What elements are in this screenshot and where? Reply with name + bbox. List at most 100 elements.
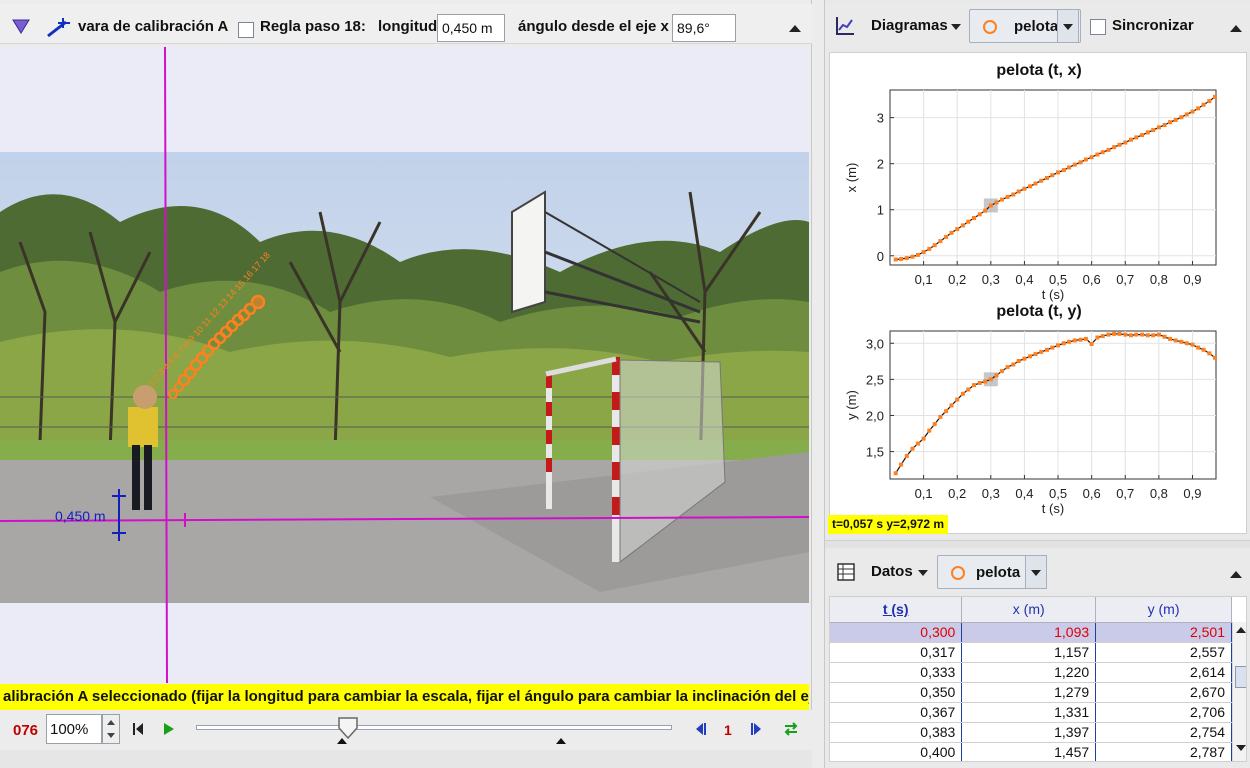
data-point bbox=[938, 414, 943, 419]
table-cell[interactable]: 2,557 bbox=[1095, 642, 1232, 663]
zoom-field[interactable]: 100% bbox=[46, 714, 102, 744]
plot-track-dropdown[interactable] bbox=[1057, 9, 1079, 43]
table-cell[interactable]: 1,093 bbox=[961, 622, 1097, 643]
column-header-y[interactable]: y (m) bbox=[1095, 597, 1232, 623]
data-point bbox=[972, 216, 976, 220]
table-cell[interactable]: 2,787 bbox=[1095, 742, 1232, 761]
spinner-arrows-icon[interactable] bbox=[103, 715, 119, 743]
calibration-stick-icon[interactable] bbox=[44, 14, 74, 40]
collapse-up-icon[interactable] bbox=[788, 24, 802, 34]
angle-field[interactable]: 89,6° bbox=[672, 14, 736, 42]
step-size[interactable]: 1 bbox=[724, 722, 732, 738]
table-scrollbar[interactable] bbox=[1232, 622, 1247, 761]
x-tick-label: 0,1 bbox=[915, 272, 933, 287]
table-cell[interactable]: 1,220 bbox=[961, 662, 1097, 683]
calibration-tool-name[interactable]: vara de calibración A bbox=[78, 18, 228, 35]
plot-track-name: pelota bbox=[1014, 18, 1059, 35]
calibration-stick[interactable] bbox=[112, 489, 126, 541]
sync-label[interactable]: Sincronizar bbox=[1112, 17, 1194, 34]
table-cell[interactable]: 1,397 bbox=[961, 722, 1097, 743]
table-row[interactable]: 0,350 1,279 2,670 bbox=[830, 682, 1232, 703]
data-point bbox=[1145, 333, 1150, 338]
video-viewport[interactable]: 1 2 3 4 5 6 7 8 9 10 11 12 13 14 15 16 1… bbox=[0, 47, 809, 683]
pane-splitter[interactable] bbox=[825, 540, 1250, 548]
table-cell[interactable]: 2,754 bbox=[1095, 722, 1232, 743]
end-marker-icon[interactable] bbox=[556, 738, 566, 744]
table-track-selector[interactable]: pelota bbox=[937, 555, 1029, 589]
collapse-up-icon[interactable] bbox=[1229, 570, 1243, 580]
table-cell[interactable]: 0,367 bbox=[830, 702, 963, 723]
data-point bbox=[1056, 170, 1060, 175]
table-cell[interactable]: 0,350 bbox=[830, 682, 963, 703]
frame-number[interactable]: 076 bbox=[13, 722, 38, 739]
chevron-down-icon[interactable] bbox=[1062, 23, 1074, 31]
x-tick-label: 0,3 bbox=[982, 272, 1000, 287]
data-point bbox=[932, 243, 937, 248]
scroll-up-icon[interactable] bbox=[1235, 626, 1247, 634]
column-header-x[interactable]: x (m) bbox=[961, 597, 1097, 623]
data-point bbox=[944, 234, 949, 239]
data-point bbox=[1207, 351, 1212, 356]
table-row[interactable]: 0,400 1,457 2,787 bbox=[830, 742, 1232, 761]
data-point bbox=[1134, 135, 1139, 140]
plot-view-icon[interactable] bbox=[835, 16, 855, 36]
zoom-spinner[interactable] bbox=[102, 714, 120, 744]
data-point bbox=[1072, 162, 1077, 167]
x-axis-label: t (s) bbox=[1042, 501, 1064, 516]
step-forward-icon[interactable] bbox=[749, 722, 763, 736]
table-track-dropdown[interactable] bbox=[1025, 555, 1047, 589]
window-bottom-edge bbox=[0, 750, 812, 768]
plots-view-label[interactable]: Diagramas bbox=[871, 17, 948, 34]
data-point bbox=[949, 230, 954, 235]
scroll-thumb[interactable] bbox=[1235, 666, 1246, 688]
track-menu-icon[interactable] bbox=[12, 18, 30, 34]
table-cell[interactable]: 2,501 bbox=[1095, 622, 1232, 643]
column-header-t[interactable]: t (s) bbox=[830, 597, 963, 623]
table-cell[interactable]: 0,383 bbox=[830, 722, 963, 743]
table-cell[interactable]: 0,317 bbox=[830, 642, 963, 663]
analysis-pane: Diagramas pelota Sincronizar pelota (t, … bbox=[824, 0, 1250, 768]
skip-to-start-icon[interactable] bbox=[132, 722, 144, 736]
table-row[interactable]: 0,367 1,331 2,706 bbox=[830, 702, 1232, 723]
table-view-label[interactable]: Datos bbox=[871, 563, 913, 580]
table-cell[interactable]: 0,333 bbox=[830, 662, 963, 683]
table-row[interactable]: 0,317 1,157 2,557 bbox=[830, 642, 1232, 663]
table-cell[interactable]: 0,300 bbox=[830, 622, 963, 643]
data-table-panel: t (s) x (m) y (m) 0,300 1,093 2,501 0,31… bbox=[829, 596, 1247, 762]
table-cell[interactable]: 0,400 bbox=[830, 742, 963, 761]
table-cell[interactable]: 1,457 bbox=[961, 742, 1097, 761]
play-icon[interactable] bbox=[163, 722, 175, 736]
table-dropdown-icon[interactable] bbox=[917, 569, 929, 577]
data-point bbox=[1201, 347, 1206, 352]
frame-slider-track[interactable] bbox=[196, 725, 672, 730]
chevron-down-icon[interactable] bbox=[1030, 569, 1042, 577]
table-cell[interactable]: 2,706 bbox=[1095, 702, 1232, 723]
table-row[interactable]: 0,383 1,397 2,754 bbox=[830, 722, 1232, 743]
table-row[interactable]: 0,300 1,093 2,501 bbox=[830, 622, 1232, 643]
x-tick-label: 0,9 bbox=[1183, 272, 1201, 287]
plots-area: pelota (t, x) pelota (t, y) 0,1 0,2 0,3 0,4… bbox=[829, 52, 1247, 534]
table-cell[interactable]: 1,279 bbox=[961, 682, 1097, 703]
plots-canvas[interactable]: 0,1 0,2 0,3 0,4 0,5 0,6 0,7 0,8 0,9 0 1 2 3 t (s) x (m… bbox=[830, 53, 1248, 535]
ruler-checkbox[interactable] bbox=[238, 22, 254, 38]
data-point bbox=[994, 200, 999, 205]
start-marker-icon[interactable] bbox=[337, 738, 347, 744]
frame-slider-thumb[interactable] bbox=[337, 716, 359, 740]
table-view-icon[interactable] bbox=[837, 563, 855, 581]
plots-dropdown-icon[interactable] bbox=[950, 23, 962, 31]
table-cell[interactable]: 1,157 bbox=[961, 642, 1097, 663]
table-row[interactable]: 0,333 1,220 2,614 bbox=[830, 662, 1232, 683]
table-cell[interactable]: 2,614 bbox=[1095, 662, 1232, 683]
data-point bbox=[1016, 189, 1021, 194]
collapse-up-icon[interactable] bbox=[1229, 24, 1243, 34]
length-field[interactable]: 0,450 m bbox=[437, 14, 505, 42]
table-cell[interactable]: 1,331 bbox=[961, 702, 1097, 723]
plots-toolbar: Diagramas pelota Sincronizar bbox=[825, 4, 1250, 46]
sync-checkbox[interactable] bbox=[1090, 19, 1106, 35]
data-point bbox=[899, 257, 904, 261]
step-back-icon[interactable] bbox=[694, 722, 708, 736]
scroll-down-icon[interactable] bbox=[1235, 744, 1247, 752]
loop-icon[interactable] bbox=[782, 720, 800, 738]
table-cell[interactable]: 2,670 bbox=[1095, 682, 1232, 703]
x-axis-line[interactable] bbox=[0, 516, 809, 522]
